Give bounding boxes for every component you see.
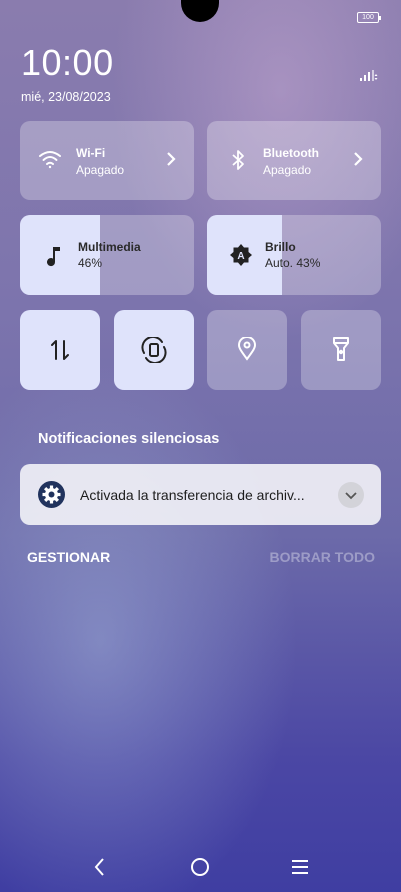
manage-button[interactable]: GESTIONAR: [27, 549, 110, 565]
wifi-icon: [38, 149, 62, 174]
back-icon[interactable]: [88, 855, 112, 879]
media-value: 46%: [78, 256, 103, 270]
brightness-slider[interactable]: A Brillo Auto. 43%: [207, 215, 381, 295]
chevron-right-icon[interactable]: [166, 151, 176, 172]
brightness-value: Auto. 43%: [265, 256, 321, 270]
wifi-tile[interactable]: Wi-Fi Apagado: [20, 121, 194, 200]
flashlight-toggle[interactable]: [301, 310, 381, 390]
auto-rotate-toggle[interactable]: [114, 310, 194, 390]
navigation-bar: [0, 845, 401, 885]
date-label: mié, 23/08/2023: [21, 90, 111, 104]
home-icon[interactable]: [188, 855, 212, 879]
notification-card[interactable]: Activada la transferencia de archiv...: [20, 464, 381, 525]
wifi-label: Wi-Fi: [76, 146, 106, 160]
bluetooth-icon: [231, 149, 245, 176]
location-toggle[interactable]: [207, 310, 287, 390]
chevron-right-icon[interactable]: [353, 151, 363, 172]
silent-notifications-heading: Notificaciones silenciosas: [38, 431, 220, 447]
bluetooth-status: Apagado: [263, 163, 312, 177]
media-label: Multimedia: [78, 240, 141, 254]
signal-icon: [360, 68, 378, 86]
location-icon: [237, 336, 257, 366]
mobile-data-icon: [48, 338, 72, 367]
battery-indicator: 100: [357, 12, 381, 23]
auto-rotate-icon: [140, 335, 168, 368]
wifi-status: Apagado: [76, 163, 125, 177]
notification-text: Activada la transferencia de archiv...: [80, 487, 305, 503]
clear-all-button[interactable]: BORRAR TODO: [269, 549, 375, 565]
gear-icon: [38, 481, 65, 508]
svg-text:A: A: [237, 251, 244, 262]
clock-time[interactable]: 10:00: [21, 42, 114, 84]
bluetooth-tile[interactable]: Bluetooth Apagado: [207, 121, 381, 200]
menu-icon[interactable]: [288, 855, 312, 879]
media-volume-slider[interactable]: Multimedia 46%: [20, 215, 194, 295]
camera-notch: [181, 0, 219, 22]
bluetooth-label: Bluetooth: [263, 146, 319, 160]
brightness-label: Brillo: [265, 240, 296, 254]
flashlight-icon: [331, 336, 351, 367]
mobile-data-toggle[interactable]: [20, 310, 100, 390]
music-note-icon: [46, 245, 62, 272]
brightness-auto-icon: A: [229, 243, 253, 272]
chevron-down-icon[interactable]: [338, 482, 364, 508]
